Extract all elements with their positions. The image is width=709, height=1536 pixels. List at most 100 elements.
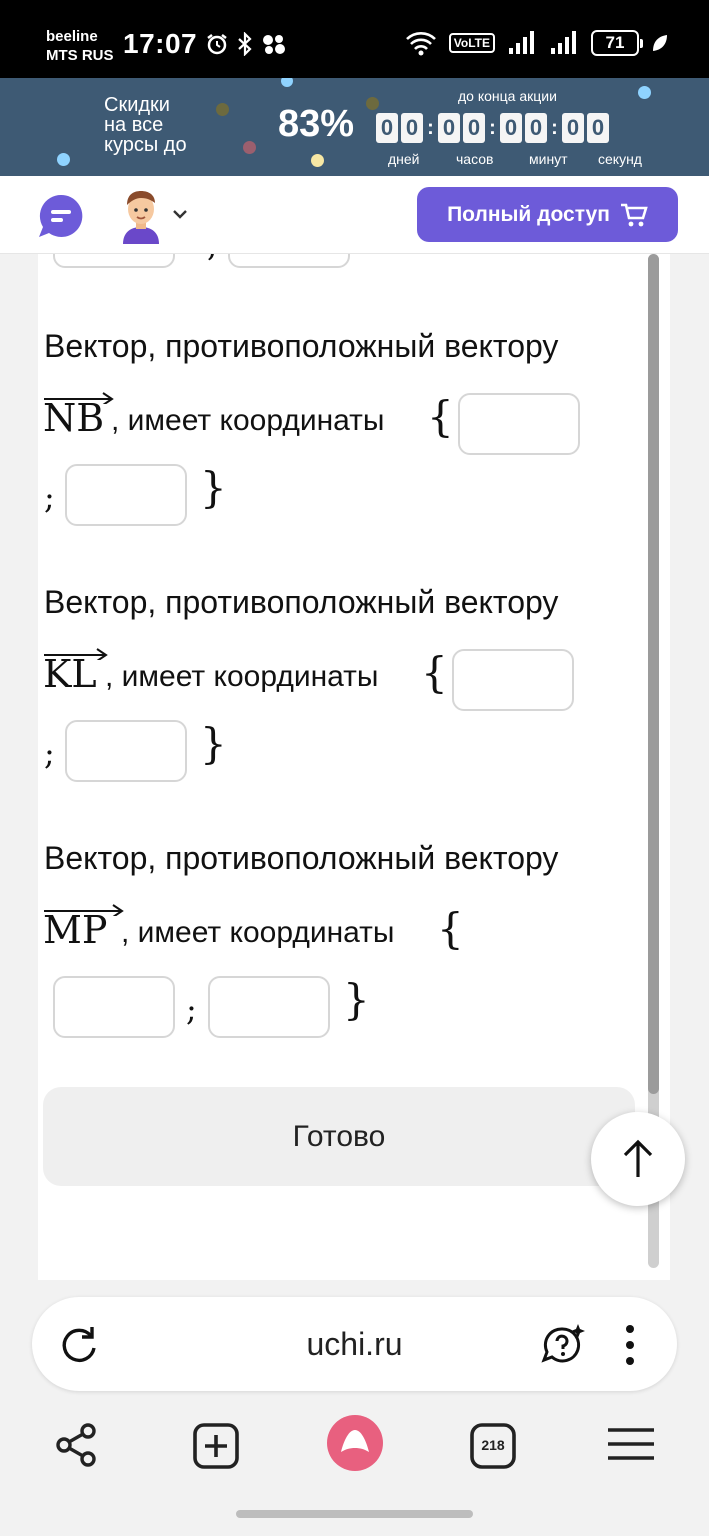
countdown-separator: : (489, 116, 496, 139)
signal-icon-2 (551, 31, 576, 54)
exercise-card: , Вектор, противоположный вектору NB , и… (38, 254, 670, 1280)
promo-text-line: курсы до (104, 134, 187, 156)
reload-icon[interactable] (58, 1324, 100, 1366)
answer-input[interactable] (458, 393, 580, 455)
countdown-unit-days: дней (388, 151, 420, 167)
confetti-dot (216, 103, 229, 116)
browser-nav: 218 (0, 1415, 709, 1480)
vector-label: NB (43, 392, 114, 440)
close-brace: } (200, 719, 227, 768)
open-brace: { (437, 904, 464, 953)
vector-label: MP (43, 904, 124, 952)
share-button[interactable] (54, 1422, 100, 1473)
arrow-up-icon (623, 1139, 653, 1177)
question-text: Вектор, противоположный вектору (44, 840, 559, 876)
countdown-unit-hours: часов (456, 151, 494, 167)
screen: beeline MTS RUS 17:07 VoLTE 71 Скидки на… (0, 0, 709, 1536)
volte-badge: VoLTE (448, 33, 495, 53)
home-indicator[interactable] (236, 1510, 473, 1518)
more-options-icon[interactable] (622, 1324, 638, 1366)
scrollbar-thumb[interactable] (648, 254, 659, 1094)
add-tab-icon (193, 1423, 239, 1469)
countdown-digit: 0 (463, 113, 485, 143)
chat-icon[interactable] (37, 192, 85, 240)
share-icon (56, 1423, 96, 1467)
new-tab-button[interactable] (192, 1422, 240, 1475)
semicolon: ; (44, 734, 55, 772)
carrier: beeline MTS RUS (46, 27, 114, 65)
promo-percent: 83% (278, 103, 355, 145)
carrier-line-1: beeline (46, 28, 98, 45)
vector-arrow-icon (44, 648, 108, 660)
cart-icon (620, 203, 648, 226)
answer-input[interactable] (53, 976, 175, 1038)
ai-question-icon[interactable] (540, 1322, 586, 1368)
app-header: Полный доступ (0, 176, 709, 254)
chevron-down-icon[interactable] (172, 206, 188, 222)
vector-label: KL (43, 648, 108, 696)
confetti-dot (366, 97, 379, 110)
battery-indicator: 71 (591, 30, 643, 56)
answer-input-partial[interactable] (53, 254, 175, 268)
confetti-dot (311, 154, 324, 167)
countdown-unit-minutes: минут (529, 151, 568, 167)
bluetooth-icon (238, 32, 252, 56)
tabs-button[interactable]: 218 (469, 1422, 517, 1470)
alice-button[interactable] (326, 1414, 384, 1477)
answer-input[interactable] (452, 649, 574, 711)
answer-input[interactable] (208, 976, 330, 1038)
browser-toolbar: uchi.ru 218 (0, 1280, 709, 1536)
full-access-button[interactable]: Полный доступ (417, 187, 678, 242)
countdown-digit: 0 (587, 113, 609, 143)
scroll-to-top-button[interactable] (591, 1112, 685, 1206)
alice-assistant-icon (327, 1415, 383, 1471)
question-rest: , имеет координаты (121, 916, 395, 949)
question-rest: , имеет координаты (111, 404, 385, 437)
countdown-digit: 0 (401, 113, 423, 143)
carrier-line-2: MTS RUS (46, 47, 114, 64)
menu-button[interactable] (607, 1426, 655, 1467)
hamburger-menu-icon (608, 1428, 654, 1460)
done-button[interactable]: Готово (43, 1087, 635, 1186)
answer-input[interactable] (65, 464, 187, 526)
semicolon: , (207, 254, 217, 264)
status-right: VoLTE 71 (405, 30, 669, 56)
leaf-icon (653, 35, 667, 51)
done-label: Готово (292, 1119, 386, 1153)
tabs-count: 218 (481, 1437, 505, 1453)
countdown-separator: : (427, 116, 434, 139)
question-text: Вектор, противоположный вектору (44, 584, 559, 620)
status-icons (205, 32, 287, 56)
promo-text-line: Скидки (104, 94, 170, 116)
close-brace: } (343, 975, 370, 1024)
avatar[interactable] (118, 188, 164, 244)
vector-arrow-icon (44, 904, 124, 916)
countdown-digit: 0 (562, 113, 584, 143)
full-access-label: Полный доступ (447, 202, 610, 226)
answer-input[interactable] (65, 720, 187, 782)
answer-input-partial[interactable] (228, 254, 350, 268)
countdown-digit: 0 (500, 113, 522, 143)
signal-icon-1 (509, 31, 534, 54)
confetti-dot (281, 78, 293, 87)
promo-text: Скидки на все курсы до (104, 95, 187, 155)
open-brace: { (421, 648, 448, 697)
promo-banner[interactable]: Скидки на все курсы до 83% до конца акци… (0, 78, 709, 176)
countdown-digit: 0 (376, 113, 398, 143)
countdown-digit: 0 (525, 113, 547, 143)
countdown-timer: 0 0 : 0 0 : 0 0 : 0 0 (376, 113, 612, 143)
address-bar[interactable]: uchi.ru (32, 1297, 677, 1391)
vector-arrow-icon (44, 392, 114, 404)
alarm-icon (207, 34, 227, 55)
countdown-caption: до конца акции (458, 88, 557, 104)
semicolon: ; (186, 990, 197, 1028)
open-brace: { (427, 392, 454, 441)
confetti-dot (243, 141, 256, 154)
close-brace: } (200, 463, 227, 512)
status-time: 17:07 (123, 28, 198, 59)
confetti-dot (638, 86, 651, 99)
confetti-dot (57, 153, 70, 166)
promo-text-line: на все (104, 114, 164, 136)
question-rest: , имеет координаты (105, 660, 379, 693)
countdown-digit: 0 (438, 113, 460, 143)
